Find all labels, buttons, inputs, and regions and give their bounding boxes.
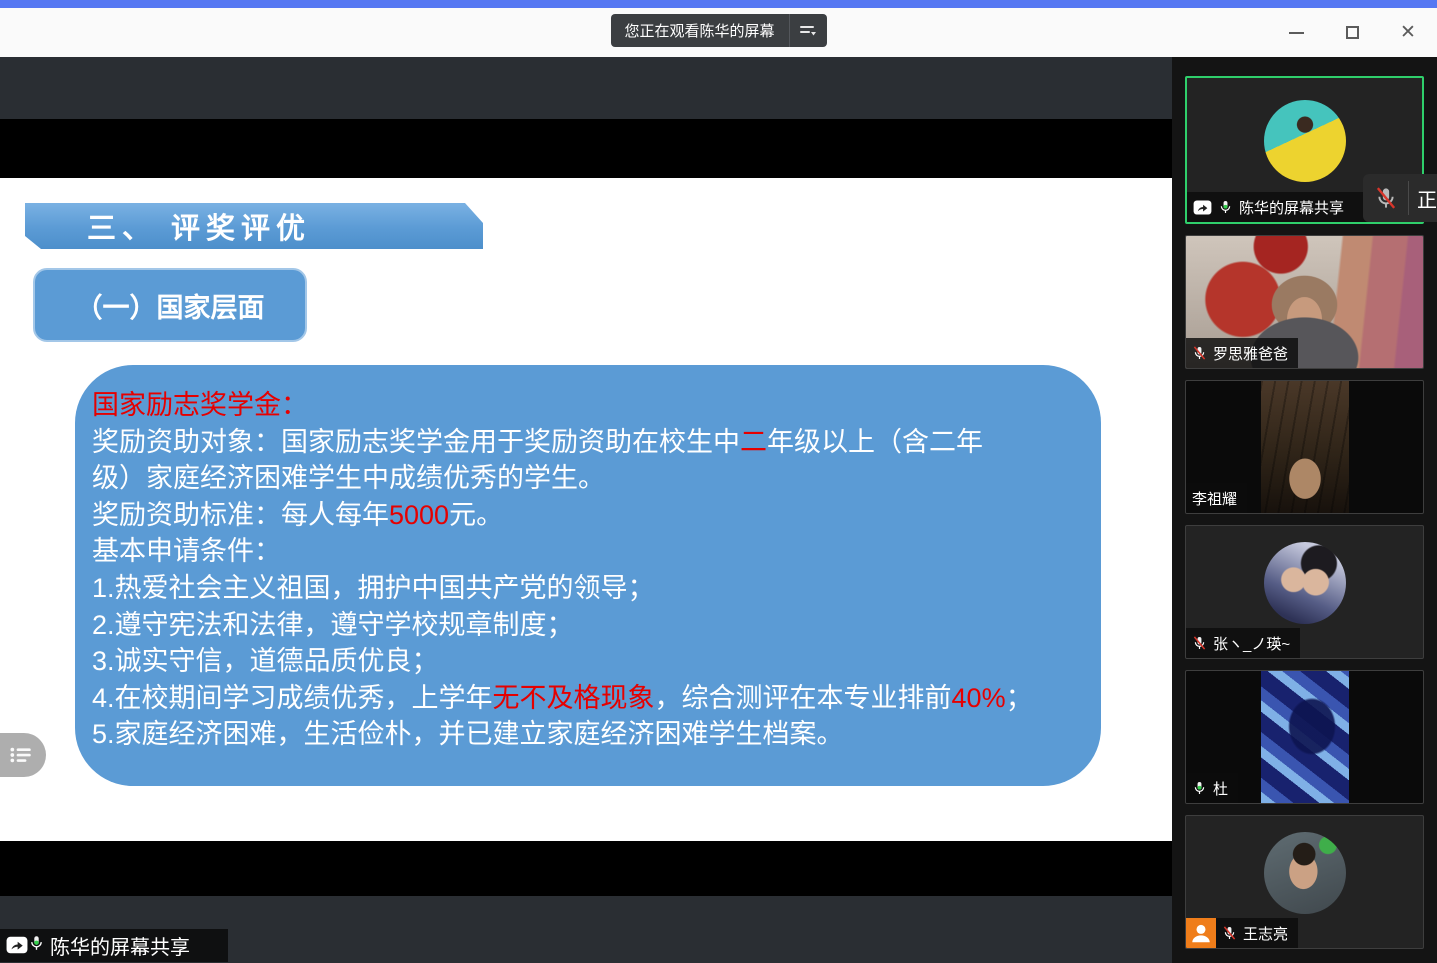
close-button[interactable]: ✕ — [1395, 20, 1421, 46]
participant-label: 罗思雅爸爸 — [1186, 338, 1298, 368]
minimize-icon — [1289, 32, 1304, 34]
mic-on-icon — [28, 932, 45, 954]
watching-banner-menu-button[interactable] — [789, 14, 827, 47]
watching-banner-text: 您正在观看陈华的屏幕 — [610, 14, 788, 47]
participant-label: 张ヽ_ノ瑛~ — [1186, 628, 1300, 658]
participant-tile[interactable]: 李祖耀 — [1185, 380, 1424, 514]
avatar — [1264, 542, 1346, 624]
slide-body-line: 基本申请条件： — [92, 533, 1091, 570]
mic-muted-icon — [1374, 183, 1398, 213]
mic-muted-icon — [1192, 343, 1207, 363]
mic-on-icon — [1218, 197, 1233, 217]
share-status-icons — [6, 932, 45, 959]
screen-share-icon — [6, 936, 28, 954]
participant-name: 罗思雅爸爸 — [1213, 343, 1288, 364]
slide-section-title: 三、 评奖评优 — [25, 205, 311, 247]
slide-body-lines: 国家励志奖学金：奖励资助对象：国家励志奖学金用于奖励资助在校生中二年级以上（含二… — [75, 365, 1101, 753]
watching-banner[interactable]: 您正在观看陈华的屏幕 — [610, 14, 826, 47]
person-badge-icon — [1186, 918, 1216, 948]
share-status-bar: 陈华的屏幕共享 — [0, 929, 228, 962]
slide-body-line: 奖励资助标准：每人每年5000元。 — [92, 497, 1091, 534]
presentation-slide: 三、 评奖评优 （一）国家层面 国家励志奖学金：奖励资助对象：国家励志奖学金用于… — [0, 178, 1172, 841]
list-icon — [8, 745, 34, 765]
mic-muted-icon — [1192, 633, 1207, 653]
participant-label: 李祖耀 — [1186, 483, 1247, 513]
letterbox-bottom — [0, 841, 1172, 896]
maximize-button[interactable] — [1339, 20, 1365, 46]
video-feed — [1261, 671, 1349, 803]
share-status-label: 陈华的屏幕共享 — [50, 931, 190, 960]
participant-label: 王志亮 — [1186, 918, 1298, 948]
maximize-icon — [1346, 26, 1359, 39]
slide-body-line: 4.在校期间学习成绩优秀，上学年无不及格现象，综合测评在本专业排前40%； — [92, 680, 1091, 717]
screen-share-icon — [1193, 200, 1212, 215]
self-view-mini-panel[interactable]: 正 — [1363, 174, 1437, 222]
slide-body-line: 3.诚实守信，道德品质优良； — [92, 643, 1091, 680]
titlebar: 您正在观看陈华的屏幕 ✕ — [0, 8, 1437, 57]
participant-label: 杜 — [1186, 773, 1238, 803]
slide-body-line: 2.遵守宪法和法律，遵守学校规章制度； — [92, 607, 1091, 644]
slide-subsection-banner: （一）国家层面 — [33, 268, 307, 342]
participant-name: 王志亮 — [1243, 923, 1288, 944]
minimize-button[interactable] — [1283, 20, 1309, 46]
mic-on-icon — [1192, 778, 1207, 798]
mini-panel-partial-text: 正 — [1409, 184, 1437, 213]
slide-section-banner: 三、 评奖评优 — [25, 203, 483, 249]
self-mute-button[interactable] — [1363, 183, 1408, 213]
window-controls: ✕ — [1283, 8, 1421, 57]
slide-body-line: 奖励资助对象：国家励志奖学金用于奖励资助在校生中二年级以上（含二年 — [92, 424, 1091, 461]
shared-screen-area: 三、 评奖评优 （一）国家层面 国家励志奖学金：奖励资助对象：国家励志奖学金用于… — [0, 57, 1172, 963]
avatar — [1264, 100, 1346, 182]
slide-body-line: 5.家庭经济困难，生活俭朴，并已建立家庭经济困难学生档案。 — [92, 716, 1091, 753]
slide-body-line: 国家励志奖学金： — [92, 387, 1091, 424]
slide-content-box: 国家励志奖学金：奖励资助对象：国家励志奖学金用于奖励资助在校生中二年级以上（含二… — [75, 365, 1101, 786]
window-accent-strip — [0, 0, 1437, 8]
mic-muted-icon — [1222, 923, 1237, 943]
participant-tile[interactable]: 罗思雅爸爸 — [1185, 235, 1424, 369]
participant-name: 张ヽ_ノ瑛~ — [1213, 633, 1290, 654]
letterbox-top — [0, 119, 1172, 178]
slide-body-line: 级）家庭经济困难学生中成绩优秀的学生。 — [92, 460, 1091, 497]
meeting-window: 您正在观看陈华的屏幕 ✕ 三、 评奖评优 （一）国家层面 — [0, 0, 1437, 963]
participant-tile[interactable]: 杜 — [1185, 670, 1424, 804]
slide-subsection-title: （一）国家层面 — [76, 286, 265, 325]
participant-name: 李祖耀 — [1192, 488, 1237, 509]
close-icon: ✕ — [1400, 21, 1416, 44]
participant-tile[interactable]: 王志亮 — [1185, 815, 1424, 949]
annotation-list-handle[interactable] — [0, 733, 46, 777]
avatar — [1264, 832, 1346, 914]
slide-body-line: 1.热爱社会主义祖国，拥护中国共产党的领导； — [92, 570, 1091, 607]
hamburger-caret-icon — [799, 24, 817, 38]
participant-name: 杜 — [1213, 778, 1228, 799]
participant-tile[interactable]: 张ヽ_ノ瑛~ — [1185, 525, 1424, 659]
participant-name: 陈华的屏幕共享 — [1239, 197, 1344, 218]
video-feed — [1261, 381, 1349, 513]
